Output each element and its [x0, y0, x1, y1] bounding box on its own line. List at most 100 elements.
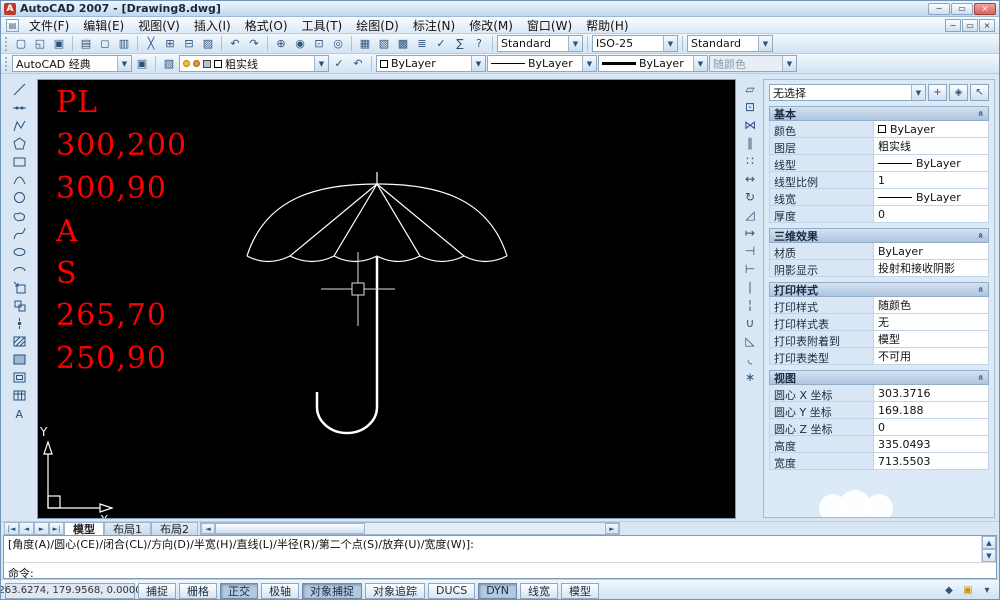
undo-button[interactable]: ↶: [226, 35, 244, 52]
copy-tool-button[interactable]: ⊡: [741, 98, 759, 116]
command-scrollbar[interactable]: ▲ ▼: [981, 536, 996, 563]
open-file-button[interactable]: ◱: [31, 35, 49, 52]
property-row[interactable]: 线型比例 1: [769, 172, 989, 189]
ellipse-arc-tool-button[interactable]: [10, 260, 28, 278]
section-header-view[interactable]: 视图 »: [769, 370, 989, 385]
menu-help[interactable]: 帮助(H): [579, 17, 635, 34]
lineweight-combo[interactable]: ByLayer ▼: [598, 55, 708, 72]
rotate-tool-button[interactable]: ↻: [741, 188, 759, 206]
tab-model[interactable]: 模型: [64, 522, 104, 535]
collapse-icon[interactable]: »: [975, 232, 986, 238]
command-line-window[interactable]: [角度(A)/圆心(CE)/闭合(CL)/方向(D)/半宽(H)/直线(L)/半…: [3, 535, 997, 579]
scale-tool-button[interactable]: ◿: [741, 206, 759, 224]
polar-toggle[interactable]: 极轴: [261, 583, 299, 599]
erase-tool-button[interactable]: ▱: [741, 80, 759, 98]
properties-button[interactable]: ▦: [356, 35, 374, 52]
markup-button[interactable]: ✓: [432, 35, 450, 52]
lineweight-toggle[interactable]: 线宽: [520, 583, 558, 599]
mdi-close-button[interactable]: ×: [979, 19, 995, 32]
property-row[interactable]: 圆心 Y 坐标 169.188: [769, 402, 989, 419]
chevron-down-icon[interactable]: ▼: [663, 36, 677, 51]
paste-button[interactable]: ⊟: [180, 35, 198, 52]
break-tool-button[interactable]: ¦: [741, 296, 759, 314]
zoom-previous-button[interactable]: ◎: [329, 35, 347, 52]
workspace-combo[interactable]: AutoCAD 经典 ▼: [12, 55, 132, 72]
polygon-tool-button[interactable]: [10, 134, 28, 152]
line-tool-button[interactable]: [10, 80, 28, 98]
revision-cloud-tool-button[interactable]: [10, 206, 28, 224]
restore-button[interactable]: ▭: [951, 3, 973, 15]
zoom-realtime-button[interactable]: ◉: [291, 35, 309, 52]
linetype-combo[interactable]: ByLayer ▼: [487, 55, 597, 72]
menu-dimension[interactable]: 标注(N): [406, 17, 462, 34]
new-file-button[interactable]: ▢: [12, 35, 30, 52]
break-at-point-tool-button[interactable]: ∣: [741, 278, 759, 296]
save-button[interactable]: ▣: [50, 35, 68, 52]
section-header-general[interactable]: 基本 »: [769, 106, 989, 121]
insert-block-tool-button[interactable]: [10, 278, 28, 296]
designcenter-button[interactable]: ▧: [375, 35, 393, 52]
scroll-down-icon[interactable]: ▼: [982, 549, 996, 562]
tab-first-button[interactable]: |◄: [4, 522, 19, 535]
select-objects-button[interactable]: ↖: [970, 84, 989, 101]
property-row[interactable]: 打印样式表 无: [769, 314, 989, 331]
grid-toggle[interactable]: 栅格: [179, 583, 217, 599]
polyline-tool-button[interactable]: [10, 116, 28, 134]
publish-button[interactable]: ▥: [115, 35, 133, 52]
move-tool-button[interactable]: ↔: [741, 170, 759, 188]
text-style-combo[interactable]: Standard ▼: [497, 35, 583, 52]
toolbar-grip[interactable]: [5, 37, 9, 51]
zoom-window-button[interactable]: ⊡: [310, 35, 328, 52]
chevron-down-icon[interactable]: ▼: [471, 56, 485, 71]
plot-button[interactable]: ▤: [77, 35, 95, 52]
scroll-up-icon[interactable]: ▲: [982, 536, 996, 549]
menu-modify[interactable]: 修改(M): [462, 17, 520, 34]
workspace-save-button[interactable]: ▣: [133, 55, 151, 72]
color-combo[interactable]: ByLayer ▼: [376, 55, 486, 72]
layer-properties-manager-button[interactable]: ▧: [160, 55, 178, 72]
explode-tool-button[interactable]: ∗: [741, 368, 759, 386]
layer-freeze-icon[interactable]: [193, 60, 200, 67]
tab-next-button[interactable]: ►: [34, 522, 49, 535]
ducs-toggle[interactable]: DUCS: [428, 583, 475, 599]
array-tool-button[interactable]: ∷: [741, 152, 759, 170]
mirror-tool-button[interactable]: ⋈: [741, 116, 759, 134]
menu-format[interactable]: 格式(O): [238, 17, 295, 34]
dyn-toggle[interactable]: DYN: [478, 583, 517, 599]
extend-tool-button[interactable]: ⊢: [741, 260, 759, 278]
command-prompt[interactable]: 命令:: [4, 563, 996, 583]
help-button[interactable]: ?: [470, 35, 488, 52]
point-tool-button[interactable]: [10, 314, 28, 332]
scrollbar-thumb[interactable]: [215, 523, 365, 534]
toggle-pickadd-button[interactable]: +: [928, 84, 947, 101]
tab-layout2[interactable]: 布局2: [151, 522, 198, 535]
property-row[interactable]: 线宽 ByLayer: [769, 189, 989, 206]
layer-on-icon[interactable]: [183, 60, 190, 67]
table-style-combo[interactable]: Standard ▼: [687, 35, 773, 52]
property-row[interactable]: 圆心 X 坐标 303.3716: [769, 385, 989, 402]
close-button[interactable]: ×: [974, 3, 996, 15]
menu-view[interactable]: 视图(V): [131, 17, 187, 34]
property-row[interactable]: 图层 粗实线: [769, 138, 989, 155]
property-row[interactable]: 打印表附着到 模型: [769, 331, 989, 348]
property-row[interactable]: 高度 335.0493: [769, 436, 989, 453]
chevron-down-icon[interactable]: ▼: [314, 56, 328, 71]
chevron-down-icon[interactable]: ▼: [117, 56, 131, 71]
dim-style-combo[interactable]: ISO-25 ▼: [592, 35, 678, 52]
snap-toggle[interactable]: 捕捉: [138, 583, 176, 599]
collapse-icon[interactable]: »: [975, 374, 986, 380]
tab-prev-button[interactable]: ◄: [19, 522, 34, 535]
property-row[interactable]: 阴影显示 投射和接收阴影: [769, 260, 989, 277]
circle-tool-button[interactable]: [10, 188, 28, 206]
otrack-toggle[interactable]: 对象追踪: [365, 583, 425, 599]
chevron-down-icon[interactable]: ▼: [568, 36, 582, 51]
sheetset-manager-button[interactable]: ≣: [413, 35, 431, 52]
menu-window[interactable]: 窗口(W): [520, 17, 579, 34]
cut-button[interactable]: ╳: [142, 35, 160, 52]
section-header-3d[interactable]: 三维效果 »: [769, 228, 989, 243]
toolbar-lock-icon[interactable]: ▣: [960, 583, 976, 599]
stretch-tool-button[interactable]: ↦: [741, 224, 759, 242]
menu-file[interactable]: 文件(F): [22, 17, 76, 34]
multiline-text-tool-button[interactable]: A: [10, 404, 28, 422]
tray-chevron-icon[interactable]: ▾: [979, 583, 995, 599]
